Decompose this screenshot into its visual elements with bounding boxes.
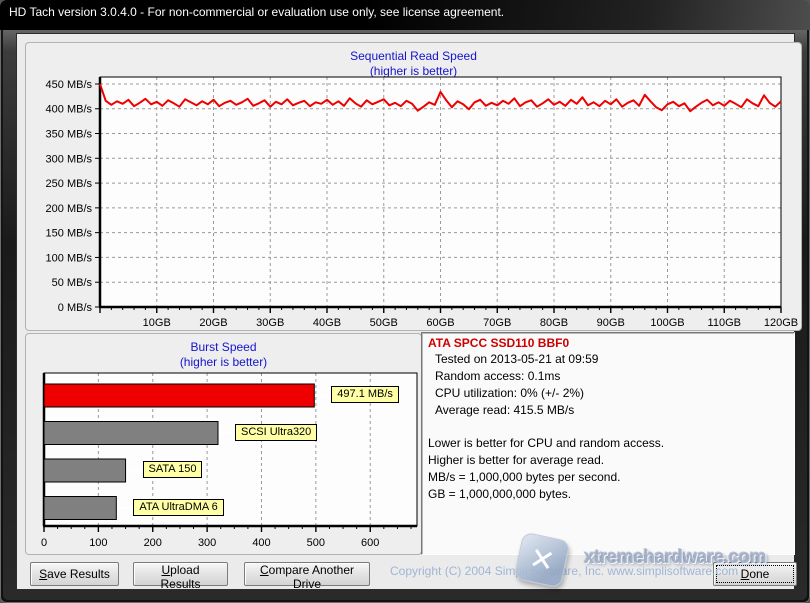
x-tick-label: 50GB bbox=[370, 317, 398, 329]
bar-value-label: 497.1 MB/s bbox=[331, 386, 399, 403]
bar-value-label: SCSI Ultra320 bbox=[234, 423, 318, 441]
x-tick-label: 200 bbox=[144, 537, 162, 549]
drive-info-panel: ATA SPCC SSD110 BBF0 Tested on 2013-05-2… bbox=[421, 332, 795, 555]
x-tick-label: 600 bbox=[361, 537, 379, 549]
note-line: GB = 1,000,000,000 bytes. bbox=[428, 487, 572, 501]
burst-speed-panel: Burst Speed (higher is better) 0 100 200 30… bbox=[25, 333, 422, 555]
x-tick-label: 90GB bbox=[597, 317, 625, 329]
drive-name: ATA SPCC SSD110 BBF0 bbox=[428, 336, 570, 350]
upload-results-button[interactable]: Upload Results bbox=[133, 562, 228, 591]
y-tick-label: 0 MB/s bbox=[58, 302, 93, 314]
x-tick-label: 60GB bbox=[426, 317, 454, 329]
average-read-line: Average read: 415.5 MB/s bbox=[435, 403, 575, 417]
window-title: HD Tach version 3.0.4.0 - For non-commer… bbox=[9, 5, 505, 19]
save-results-button[interactable]: Save Results bbox=[30, 562, 119, 586]
y-tick-label: 350 MB/s bbox=[46, 129, 93, 141]
x-tick-label: 70GB bbox=[483, 317, 511, 329]
burst-speed-chart: 0 100 200 300 400 500 600 bbox=[41, 372, 418, 549]
y-tick-label: 300 MB/s bbox=[46, 153, 93, 165]
x-tick-label: 0 bbox=[41, 537, 47, 549]
x-tick-label: 300 bbox=[198, 537, 216, 549]
y-tick-label: 450 MB/s bbox=[46, 79, 93, 91]
title-bar[interactable]: HD Tach version 3.0.4.0 - For non-commer… bbox=[0, 0, 810, 30]
random-access-line: Random access: 0.1ms bbox=[435, 369, 561, 383]
note-line: Higher is better for average read. bbox=[428, 453, 605, 467]
y-tick-label: 50 MB/s bbox=[52, 277, 93, 289]
x-tick-label: 100 bbox=[89, 537, 107, 549]
x-tick-label: 40GB bbox=[313, 317, 341, 329]
cpu-utilization-line: CPU utilization: 0% (+/- 2%) bbox=[435, 386, 585, 400]
sequential-read-chart: 450 MB/s 400 MB/s 350 MB/s 300 MB/s 250 MB/s… bbox=[46, 76, 798, 329]
sequential-read-panel: Sequential Read Speed (higher is better)… bbox=[25, 42, 802, 331]
burst-bar bbox=[43, 421, 219, 445]
y-tick-label: 200 MB/s bbox=[46, 203, 93, 215]
burst-bar bbox=[43, 458, 127, 483]
copyright-text: Copyright (C) 2004 Simpli Software, Inc.… bbox=[390, 564, 739, 578]
compare-another-drive-button[interactable]: Compare Another Drive bbox=[244, 562, 370, 591]
bar-value-label: SATA 150 bbox=[142, 461, 203, 478]
tested-on-line: Tested on 2013-05-21 at 09:59 bbox=[435, 352, 599, 366]
x-tick-label: 400 bbox=[252, 537, 270, 549]
note-line: Lower is better for CPU and random acces… bbox=[428, 436, 665, 450]
y-tick-label: 250 MB/s bbox=[46, 178, 93, 190]
y-tick-label: 150 MB/s bbox=[46, 228, 93, 240]
x-tick-label: 30GB bbox=[256, 317, 284, 329]
x-tick-label: 20GB bbox=[199, 317, 227, 329]
y-tick-label: 100 MB/s bbox=[46, 252, 93, 264]
hdtach-window: HD Tach version 3.0.4.0 - For non-commer… bbox=[0, 0, 810, 603]
x-tick-label: 100GB bbox=[650, 317, 684, 329]
x-tick-label: 80GB bbox=[540, 317, 568, 329]
burst-bar bbox=[43, 496, 117, 520]
x-tick-label: 500 bbox=[307, 537, 325, 549]
x-tick-label: 120GB bbox=[764, 317, 798, 329]
note-line: MB/s = 1,000,000 bytes per second. bbox=[428, 470, 621, 484]
bar-value-label: ATA UltraDMA 6 bbox=[133, 498, 224, 516]
burst-bar bbox=[43, 383, 315, 408]
x-tick-label: 110GB bbox=[708, 317, 741, 329]
y-tick-label: 400 MB/s bbox=[46, 104, 93, 116]
client-area: Sequential Read Speed (higher is better)… bbox=[16, 33, 802, 591]
x-tick-label: 10GB bbox=[143, 317, 171, 329]
